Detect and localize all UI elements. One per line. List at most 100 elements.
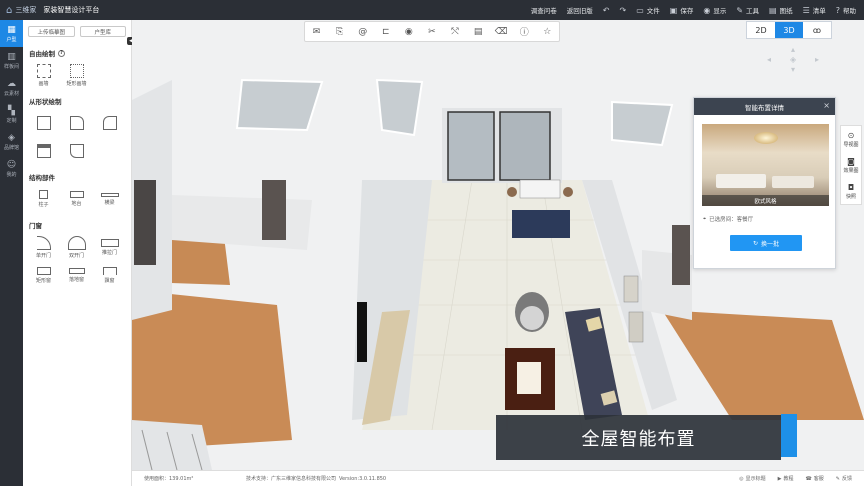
shape-l-tool[interactable] [60,109,93,137]
rect-wall-tool[interactable]: 矩形画墙 [60,61,93,89]
eraser-icon[interactable]: ⌫ [495,25,508,38]
snapshot-icon: ◘ [847,182,855,192]
rail-item-mine[interactable]: ☺ 我的 [0,155,23,182]
rect-window-tool[interactable]: 矩形窗 [27,261,60,289]
banner-accent [781,414,797,457]
shape-t-tool[interactable] [27,137,60,165]
drawings-menu[interactable]: ▤ 图纸 [769,5,793,16]
caption-text: 全屋智能布置 [581,428,696,450]
align-icon[interactable]: ⊏ [379,25,392,38]
rail-item-floorplan[interactable]: ▦ 户型 [0,20,23,47]
rail-item-brand[interactable]: ◈ 品牌馆 [0,128,23,155]
logo-text: 三维家 [15,6,37,14]
eye-icon[interactable]: ◉ [402,25,415,38]
drawings-label: 图纸 [779,7,793,15]
rail-label: 样板间 [3,63,19,70]
at-icon[interactable]: @ [356,25,369,38]
file-menu[interactable]: ▭ 文件 [636,5,660,16]
layer-icon[interactable]: ▤ [472,25,485,38]
draw-wall-icon [36,63,51,78]
top-menu: 调查问卷 返回旧版 ↶ ↷ ▭ 文件 ▣ 保存 ◉ 显示 ✎ 工具 ▤ 图纸 ☰ 清单 ? 帮… [531,0,856,20]
info-icon[interactable]: ⓘ [518,25,531,38]
title-icon: ◎ [739,475,744,482]
refresh-icon: ↻ [752,239,758,247]
tool-label: 落地窗 [68,276,84,283]
redo-button[interactable]: ↷ [620,6,627,15]
tool-label: 矩形画墙 [66,80,87,87]
save-icon: ▣ [669,5,678,15]
rail-item-sample-room[interactable]: ▥ 样板间 [0,47,23,74]
nav-map-button[interactable]: ⊙ 导视图 [841,126,861,152]
scissors-icon[interactable]: ✂ [425,25,438,38]
floorplan-icon: ▦ [7,24,16,35]
support-link[interactable]: ☎ 客服 [805,475,824,483]
shape-notch-tool[interactable] [60,137,93,165]
save-button[interactable]: ▣ 保存 [669,5,694,16]
shape-rect-tool[interactable] [27,109,60,137]
help-menu[interactable]: ? 帮助 [836,5,856,16]
upload-trace-button[interactable]: 上传临摹图 [28,26,75,37]
rail-label: 户型 [6,36,17,43]
display-menu[interactable]: ◉ 显示 [703,5,727,16]
tool-label: 效果图 [843,167,859,174]
tools-menu[interactable]: ✎ 工具 [736,5,759,16]
render-button[interactable]: ◙ 效果图 [841,152,861,178]
view-2d-button[interactable]: 2D [747,22,775,38]
pillar-icon [39,190,48,199]
t-shape-icon [36,144,51,158]
preview-sofa [716,174,766,188]
style-preview-image[interactable]: 欧式风格 [702,124,829,206]
platform-tool[interactable]: 地台 [60,185,93,213]
beam-icon [100,192,119,197]
floorplan-library-button[interactable]: 户型库 [79,26,126,37]
nav-up-icon[interactable]: ▴ [791,45,795,54]
mail-icon[interactable]: ✉ [310,25,323,38]
headset-icon: ☎ [805,475,812,482]
draw-wall-tool[interactable]: 画墙 [27,61,60,89]
camera-nav-pad[interactable]: ◂ ▴ ◈ ▾ ▸ [765,45,823,77]
floor-window-icon [68,267,85,274]
floor-window-tool[interactable]: 落地窗 [60,261,93,289]
pillar-tool[interactable]: 柱子 [27,185,60,213]
display-label: 显示 [713,7,727,15]
section-free-draw: 自由绘制 ? [23,41,131,61]
copy-icon[interactable]: ⎘ [333,25,346,38]
view-3d-button[interactable]: 3D [775,22,803,38]
star-icon[interactable]: ☆ [541,25,554,38]
bay-window-tool[interactable]: 飘窗 [93,261,126,289]
show-title-toggle[interactable]: ◎ 显示标题 [739,475,765,483]
back-old-version-link[interactable]: 返回旧版 [567,5,593,15]
survey-link[interactable]: 调查问卷 [531,5,557,15]
tool-label: 横梁 [104,199,115,206]
help-icon[interactable]: ? [58,49,65,57]
right-tools: ⊙ 导视图 ◙ 效果图 ◘ 快照 [840,125,862,205]
double-door-tool[interactable]: 双开门 [60,233,93,261]
file-label: 文件 [646,7,660,15]
undo-button[interactable]: ↶ [603,6,610,15]
beam-tool[interactable]: 横梁 [93,185,126,213]
section-doors-windows: 门窗 [23,213,131,233]
feedback-link[interactable]: ✎ 反馈 [835,475,852,483]
refresh-batch-button[interactable]: ↻ 换一批 [730,235,802,251]
tutorial-link[interactable]: ▶ 教程 [778,475,794,483]
split-icon[interactable]: ⤲ [449,25,462,38]
rail-item-custom[interactable]: ▚ 定制 [0,101,23,128]
sliding-door-tool[interactable]: 推拉门 [93,233,126,261]
feedback-icon: ✎ [835,475,840,482]
nav-center-icon[interactable]: ◈ [790,55,796,64]
tech-support: 技术支持：广东三维家信息科技有限公司 [246,476,337,482]
nav-down-icon[interactable]: ▾ [791,65,795,74]
panel-tabs: 上传临摹图 户型库 [23,20,131,41]
nav-right-icon[interactable]: ▸ [815,55,819,64]
list-menu[interactable]: ☰ 清单 [803,5,826,16]
single-door-tool[interactable]: 单开门 [27,233,60,261]
tool-label: 快照 [845,193,856,200]
close-icon[interactable]: × [823,101,830,110]
drawing-icon: ▤ [769,5,777,15]
rail-item-cloud[interactable]: ☁ 云素材 [0,74,23,101]
view-walk-button[interactable]: ꝏ [803,22,831,38]
snapshot-button[interactable]: ◘ 快照 [841,178,861,204]
nav-left-icon[interactable]: ◂ [767,55,771,64]
rect-shape-icon [36,116,51,130]
shape-corner-tool[interactable] [93,109,126,137]
